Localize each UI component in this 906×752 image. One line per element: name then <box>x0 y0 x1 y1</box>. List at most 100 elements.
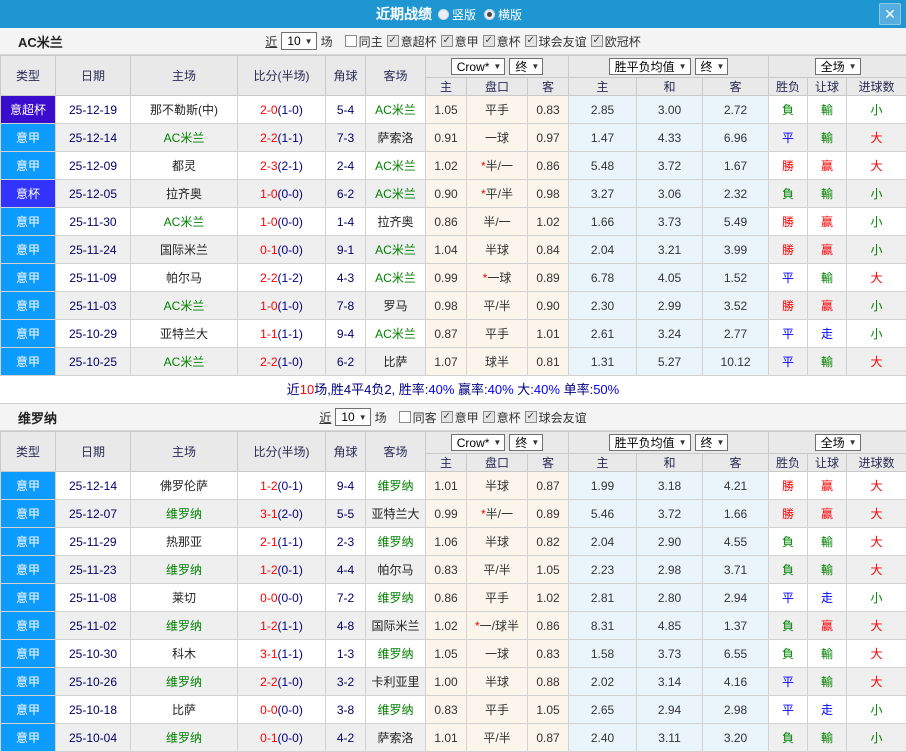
sub-column-header: 和 <box>637 78 703 96</box>
league-filter-checkbox[interactable]: 意超杯 <box>387 33 437 50</box>
halftime-score: (1-1) <box>278 647 303 661</box>
window-title: 近期战绩 <box>376 4 432 24</box>
chevron-down-icon: ▼ <box>717 438 725 447</box>
layout-radio-vertical[interactable]: 竖版 <box>438 6 476 23</box>
result-goals-cell: 大 <box>847 124 906 152</box>
recent-link[interactable]: 近 <box>319 409 331 426</box>
away-team-cell: 国际米兰 <box>366 612 426 640</box>
corner-cell: 1-4 <box>326 208 366 236</box>
chevron-down-icon: ▼ <box>679 438 687 447</box>
odds-home-cell: 1.00 <box>426 668 467 696</box>
dropdown-value: 全场 <box>821 58 845 75</box>
column-header: 客场 <box>366 432 426 472</box>
match-scope-select[interactable]: 全场▼ <box>815 434 861 451</box>
odds-source-select[interactable]: Crow*▼ <box>451 58 506 75</box>
avg-home-cell: 1.99 <box>569 472 637 500</box>
away-team-cell: 拉齐奥 <box>366 208 426 236</box>
league-filter-checkbox[interactable]: 意杯 <box>483 33 521 50</box>
league-filter-checkbox[interactable]: 意甲 <box>441 33 479 50</box>
avg-home-cell: 2.30 <box>569 292 637 320</box>
odds-away-cell: 0.89 <box>528 264 569 292</box>
avg-home-cell: 2.04 <box>569 236 637 264</box>
date-cell: 25-10-18 <box>56 696 131 724</box>
odds-source-select[interactable]: Crow*▼ <box>451 434 506 451</box>
league-filter-checkbox[interactable]: 球会友谊 <box>525 409 587 426</box>
avg-home-cell: 5.48 <box>569 152 637 180</box>
avg-home-cell: 3.27 <box>569 180 637 208</box>
away-team-cell: 罗马 <box>366 292 426 320</box>
result-goals-cell: 小 <box>847 208 906 236</box>
table-row: 意甲25-10-30科木3-1(1-1)1-3维罗纳1.05一球0.831.58… <box>1 640 906 668</box>
games-count-select[interactable]: 10▼ <box>281 32 316 50</box>
date-cell: 25-11-02 <box>56 612 131 640</box>
same-venue-checkbox[interactable]: 同客 <box>399 409 437 426</box>
date-cell: 25-10-26 <box>56 668 131 696</box>
team-section: 维罗纳近10▼场同客意甲意杯球会友谊类型日期主场比分(半场)角球客场Crow*▼… <box>0 404 906 752</box>
score-cell: 1-2(0-1) <box>238 472 326 500</box>
score-cell: 3-1(1-1) <box>238 640 326 668</box>
halftime-score: (0-0) <box>278 591 303 605</box>
sub-column-header: 进球数 <box>847 78 906 96</box>
odds-home-cell: 1.05 <box>426 640 467 668</box>
result-wdl-cell: 勝 <box>769 472 808 500</box>
chevron-down-icon: ▼ <box>493 62 501 71</box>
league-filter-checkbox[interactable]: 球会友谊 <box>525 33 587 50</box>
recent-link[interactable]: 近 <box>265 33 277 50</box>
odds-home-cell: 0.91 <box>426 124 467 152</box>
handicap-cell: *半/一 <box>467 152 528 180</box>
avg-home-cell: 8.31 <box>569 612 637 640</box>
avg-odds-select[interactable]: 胜平负均值▼ <box>609 58 691 75</box>
avg-time-select[interactable]: 终▼ <box>695 58 729 75</box>
checkbox-icon <box>345 35 357 47</box>
halftime-score: (1-1) <box>278 619 303 633</box>
type-cell: 意甲 <box>1 584 56 612</box>
fulltime-score: 1-1 <box>260 327 277 341</box>
type-cell: 意甲 <box>1 668 56 696</box>
close-icon[interactable]: ✕ <box>879 3 901 25</box>
avg-home-cell: 1.58 <box>569 640 637 668</box>
result-handicap-cell: 走 <box>808 584 847 612</box>
handicap-star: * <box>481 187 486 201</box>
result-handicap-cell: 輸 <box>808 348 847 376</box>
league-filter-checkbox[interactable]: 意甲 <box>441 409 479 426</box>
score-cell: 2-1(1-1) <box>238 528 326 556</box>
result-goals-cell: 大 <box>847 612 906 640</box>
table-row: 意甲25-11-09帕尔马2-2(1-2)4-3AC米兰0.99*一球0.896… <box>1 264 906 292</box>
odds-home-cell: 1.05 <box>426 96 467 124</box>
halftime-score: (1-0) <box>278 675 303 689</box>
handicap-star: * <box>483 271 488 285</box>
same-venue-checkbox[interactable]: 同主 <box>345 33 383 50</box>
sub-column-header: 客 <box>703 454 769 472</box>
odds-time-select[interactable]: 终▼ <box>509 434 543 451</box>
result-wdl-cell: 負 <box>769 180 808 208</box>
summary-part: 50% <box>593 382 619 397</box>
home-team-cell: 佛罗伦萨 <box>131 472 238 500</box>
checkbox-label: 同主 <box>359 33 383 50</box>
league-filter-checkbox[interactable]: 意杯 <box>483 409 521 426</box>
result-goals-cell: 大 <box>847 640 906 668</box>
away-team-cell: 比萨 <box>366 348 426 376</box>
odds-time-select[interactable]: 终▼ <box>509 58 543 75</box>
date-cell: 25-12-14 <box>56 124 131 152</box>
handicap-cell: 平手 <box>467 696 528 724</box>
avg-away-cell: 2.72 <box>703 96 769 124</box>
odds-home-cell: 1.01 <box>426 472 467 500</box>
avg-odds-select[interactable]: 胜平负均值▼ <box>609 434 691 451</box>
summary-part: 40% <box>428 382 454 397</box>
layout-radio-horizontal[interactable]: 横版 <box>484 6 522 23</box>
avg-away-cell: 10.12 <box>703 348 769 376</box>
games-count-select[interactable]: 10▼ <box>335 408 370 426</box>
checkbox-icon <box>525 411 537 423</box>
avg-home-cell: 2.40 <box>569 724 637 752</box>
sub-column-header: 客 <box>528 78 569 96</box>
avg-home-cell: 1.47 <box>569 124 637 152</box>
fulltime-score: 3-1 <box>260 507 277 521</box>
avg-time-select[interactable]: 终▼ <box>695 434 729 451</box>
avg-home-cell: 2.65 <box>569 696 637 724</box>
table-row: 意超杯25-12-19那不勒斯(中)2-0(1-0)5-4AC米兰1.05平手0… <box>1 96 906 124</box>
halftime-score: (0-0) <box>278 731 303 745</box>
league-filter-checkbox[interactable]: 欧冠杯 <box>591 33 641 50</box>
type-cell: 意甲 <box>1 152 56 180</box>
match-scope-select[interactable]: 全场▼ <box>815 58 861 75</box>
checkbox-label: 意杯 <box>497 33 521 50</box>
